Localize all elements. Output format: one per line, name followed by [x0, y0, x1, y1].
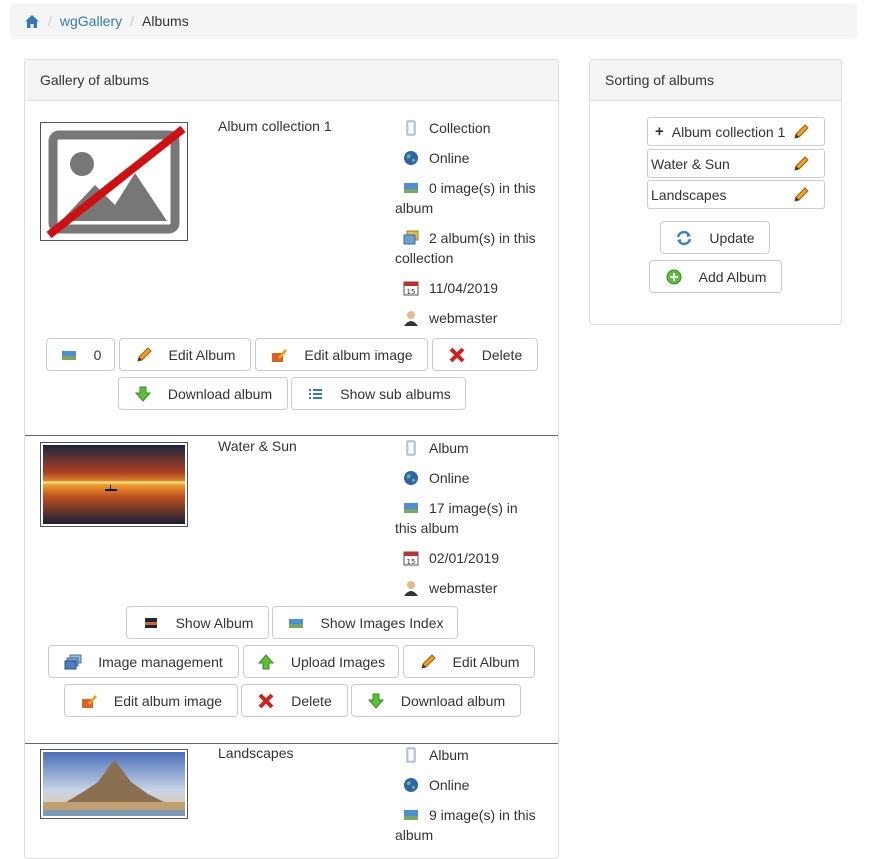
picture-icon: [404, 503, 418, 513]
refresh-icon: [677, 230, 692, 245]
green-down-arrow-icon: [367, 693, 384, 709]
green-up-arrow-icon: [257, 653, 275, 669]
plus-icon[interactable]: +: [655, 123, 664, 140]
album-card: Landscapes Album Online 9 image(s) in th…: [25, 743, 558, 858]
edit-album-button[interactable]: Edit Album: [403, 645, 535, 678]
album-thumbnail[interactable]: [40, 442, 188, 527]
album-image-count: 17 image(s) in this album: [395, 500, 518, 536]
red-x-icon: [449, 347, 465, 362]
image-stack-icon: [64, 654, 82, 669]
album-author: webmaster: [395, 308, 555, 328]
upload-images-button[interactable]: Upload Images: [243, 645, 399, 678]
sort-item-label: Landscapes: [651, 186, 727, 203]
pencil-icon: [420, 653, 436, 669]
pencil-icon: [136, 346, 152, 362]
download-album-button[interactable]: Download album: [351, 684, 521, 717]
album-type: Album: [395, 438, 555, 458]
delete-album-button[interactable]: Delete: [432, 338, 538, 371]
edit-album-button[interactable]: Edit Album: [119, 338, 251, 371]
delete-album-button[interactable]: Delete: [241, 684, 348, 717]
album-image-count: 0 image(s) in this album: [395, 180, 536, 216]
album-title: Landscapes: [218, 745, 294, 761]
breadcrumb-current: Albums: [142, 13, 189, 29]
globe-icon: [404, 471, 418, 485]
album-date: 15 11/04/2019: [395, 278, 555, 298]
pencil-icon[interactable]: [792, 124, 810, 140]
album-status: Online: [395, 148, 555, 168]
sunset-image: [43, 445, 185, 524]
album-info: Album Online 17 image(s) in this album 15…: [395, 438, 555, 608]
folder-icon: [406, 440, 416, 456]
album-title: Water & Sun: [218, 438, 297, 454]
folder-icon: [406, 747, 416, 763]
pencil-icon[interactable]: [792, 156, 810, 172]
edit-album-image-button[interactable]: Edit album image: [64, 684, 238, 717]
album-thumbnail-placeholder[interactable]: [40, 122, 188, 241]
image-management-button[interactable]: Image management: [48, 645, 239, 678]
album-thumbnail[interactable]: [40, 749, 188, 819]
sort-item-landscapes[interactable]: Landscapes: [647, 180, 825, 209]
sort-item-label: Album collection 1: [671, 123, 786, 140]
user-icon: [404, 581, 418, 596]
album-title: Album collection 1: [218, 118, 332, 134]
edit-image-icon: [272, 348, 288, 362]
sort-item-label: Water & Sun: [651, 155, 730, 172]
breadcrumb: / wgGallery / Albums: [10, 3, 857, 39]
album-card: Album collection 1 Collection Online 0 i…: [25, 102, 558, 435]
download-album-button[interactable]: Download album: [118, 377, 288, 410]
user-icon: [404, 311, 418, 326]
album-info: Collection Online 0 image(s) in this albu…: [395, 118, 555, 338]
breadcrumb-separator: /: [130, 13, 135, 29]
show-sub-albums-button[interactable]: Show sub albums: [291, 377, 466, 410]
image-count-button[interactable]: 0: [46, 338, 115, 371]
sorting-panel: Sorting of albums + Album collection 1 W…: [589, 59, 842, 325]
breadcrumb-link-wggallery[interactable]: wgGallery: [60, 13, 122, 29]
sorting-panel-heading: Sorting of albums: [590, 60, 841, 101]
svg-text:15: 15: [407, 558, 416, 566]
globe-icon: [404, 151, 418, 165]
picture-icon: [61, 350, 76, 360]
green-plus-icon: [666, 269, 682, 284]
sort-item-water-sun[interactable]: Water & Sun: [647, 149, 825, 178]
pencil-icon[interactable]: [792, 187, 810, 203]
calendar-icon: 15: [403, 281, 419, 296]
edit-image-icon: [81, 694, 97, 708]
add-album-button[interactable]: Add Album: [649, 260, 782, 293]
red-x-icon: [258, 693, 274, 708]
breadcrumb-separator: /: [48, 13, 52, 29]
picture-icon: [404, 183, 418, 193]
album-collection-count: 2 album(s) in this collection: [395, 230, 536, 266]
show-album-button[interactable]: Show Album: [126, 606, 269, 639]
svg-text:15: 15: [407, 288, 416, 296]
album-date: 15 02/01/2019: [395, 548, 555, 568]
album-status: Online: [395, 468, 555, 488]
album-type: Collection: [395, 118, 555, 138]
list-icon: [309, 388, 323, 399]
folder-icon: [406, 120, 416, 136]
no-image-icon: [46, 125, 186, 239]
album-status: Online: [395, 775, 555, 795]
globe-icon: [404, 778, 418, 792]
albums-icon: [403, 230, 419, 245]
calendar-icon: 15: [403, 551, 419, 566]
green-down-arrow-icon: [134, 386, 151, 402]
album-image-count: 9 image(s) in this album: [395, 807, 536, 843]
home-icon[interactable]: [24, 14, 40, 29]
picture-icon: [288, 618, 303, 628]
sort-item-album-collection-1[interactable]: + Album collection 1: [647, 117, 825, 146]
show-album-icon: [144, 617, 157, 628]
gallery-panel-heading: Gallery of albums: [25, 60, 558, 101]
landscape-image: [43, 752, 185, 816]
edit-album-image-button[interactable]: Edit album image: [255, 338, 428, 371]
album-card: Water & Sun Album Online 17 image(s) in t…: [25, 435, 558, 743]
album-type: Album: [395, 745, 555, 765]
album-author: webmaster: [395, 578, 555, 598]
update-button[interactable]: Update: [660, 221, 770, 254]
show-images-index-button[interactable]: Show Images Index: [272, 606, 458, 639]
picture-icon: [404, 810, 418, 820]
gallery-panel: Gallery of albums Album collection 1 Col…: [24, 59, 559, 859]
